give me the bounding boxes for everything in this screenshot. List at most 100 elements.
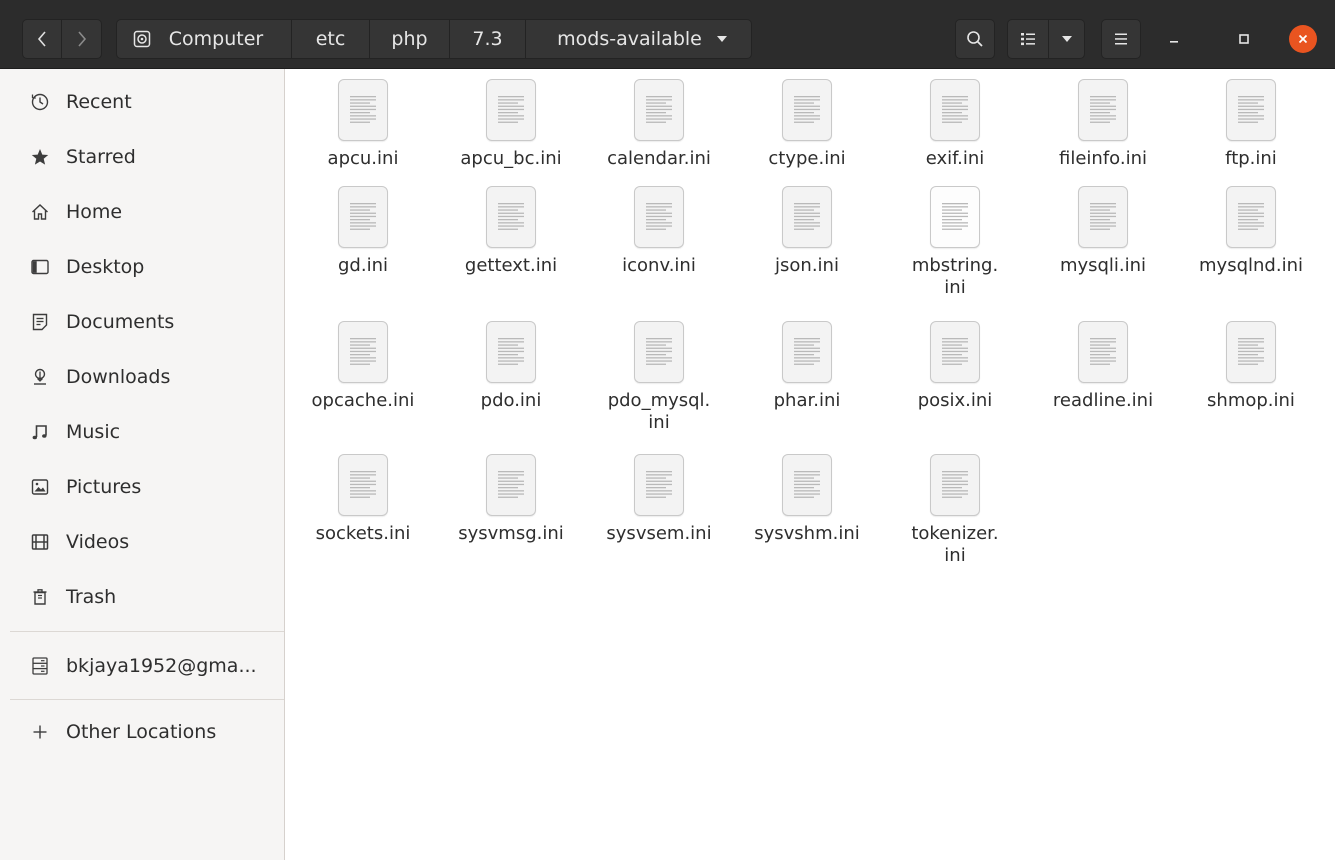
text-file-icon <box>338 79 388 141</box>
breadcrumb-label: Computer <box>168 28 264 50</box>
sidebar-item-other-locations[interactable]: Other Locations <box>0 707 284 757</box>
sidebar-item-documents[interactable]: Documents <box>0 297 284 347</box>
sidebar-item-label: Downloads <box>66 366 171 388</box>
sidebar-item-trash[interactable]: Trash <box>0 572 284 622</box>
navigation-buttons <box>22 19 102 59</box>
file-item[interactable]: calendar.ini <box>587 69 731 170</box>
file-item[interactable]: sysvmsg.ini <box>439 444 583 545</box>
file-item[interactable]: gettext.ini <box>439 176 583 277</box>
sidebar-item-label: Pictures <box>66 476 142 498</box>
file-item[interactable]: fileinfo.ini <box>1031 69 1175 170</box>
file-item[interactable]: sysvsem.ini <box>587 444 731 545</box>
file-item[interactable]: mbstring. ini <box>883 176 1027 299</box>
documents-icon <box>32 313 48 331</box>
file-item[interactable]: readline.ini <box>1031 311 1175 412</box>
file-item[interactable]: exif.ini <box>883 69 1027 170</box>
list-view-button[interactable] <box>1007 19 1049 59</box>
file-name: readline.ini <box>1052 390 1154 411</box>
breadcrumb-version[interactable]: 7.3 <box>450 19 526 59</box>
file-item[interactable]: mysqli.ini <box>1031 176 1175 277</box>
forward-button[interactable] <box>62 19 102 59</box>
file-item[interactable]: mysqlnd.ini <box>1179 176 1323 277</box>
home-icon <box>32 204 48 220</box>
minimize-button[interactable] <box>1162 27 1186 51</box>
text-file-icon <box>338 321 388 383</box>
file-item[interactable]: apcu_bc.ini <box>439 69 583 170</box>
file-item[interactable]: json.ini <box>735 176 879 277</box>
sidebar-item-starred[interactable]: Starred <box>0 132 284 182</box>
file-item[interactable]: phar.ini <box>735 311 879 412</box>
file-item[interactable]: shmop.ini <box>1179 311 1323 412</box>
text-file-icon <box>486 454 536 516</box>
file-name: fileinfo.ini <box>1059 148 1147 169</box>
file-item[interactable]: sockets.ini <box>291 444 435 545</box>
text-file-icon <box>930 79 980 141</box>
sidebar-item-videos[interactable]: Videos <box>0 517 284 567</box>
breadcrumb-php[interactable]: php <box>370 19 450 59</box>
view-options-dropdown[interactable] <box>1049 19 1085 59</box>
sidebar-item-desktop[interactable]: Desktop <box>0 242 284 292</box>
file-item[interactable]: opcache.ini <box>291 311 435 412</box>
file-name: json.ini <box>775 255 839 276</box>
file-item[interactable]: pdo.ini <box>439 311 583 412</box>
breadcrumb-label: php <box>391 28 428 50</box>
file-item[interactable]: pdo_mysql. ini <box>587 311 731 434</box>
sidebar-divider <box>10 631 284 632</box>
text-file-icon <box>338 186 388 248</box>
network-drive-icon <box>32 657 48 675</box>
chevron-left-icon <box>37 31 46 47</box>
sidebar-divider <box>10 699 284 700</box>
breadcrumb-etc[interactable]: etc <box>292 19 370 59</box>
places-sidebar: Recent Starred Home Desktop Documents Do… <box>0 69 285 860</box>
file-name: ftp.ini <box>1225 148 1277 169</box>
view-options <box>1007 19 1085 59</box>
sidebar-item-label: Home <box>66 201 123 223</box>
text-file-icon <box>930 186 980 248</box>
file-item[interactable]: gd.ini <box>291 176 435 277</box>
text-file-icon <box>1078 321 1128 383</box>
sidebar-item-label: Videos <box>66 531 130 553</box>
sidebar-item-music[interactable]: Music <box>0 407 284 457</box>
file-item[interactable]: posix.ini <box>883 311 1027 412</box>
text-file-icon <box>634 79 684 141</box>
text-file-icon <box>634 321 684 383</box>
text-file-icon <box>1226 186 1276 248</box>
list-view-icon <box>1021 33 1035 46</box>
file-item[interactable]: apcu.ini <box>291 69 435 170</box>
file-name: phar.ini <box>773 390 841 411</box>
file-name: sockets.ini <box>315 523 411 544</box>
file-name: calendar.ini <box>607 148 711 169</box>
file-name: apcu.ini <box>327 148 399 169</box>
file-name: gettext.ini <box>464 255 558 276</box>
main-menu-button[interactable] <box>1101 19 1141 59</box>
file-name: exif.ini <box>925 148 985 169</box>
maximize-button[interactable] <box>1232 27 1256 51</box>
file-name: mysqli.ini <box>1059 255 1147 276</box>
sidebar-item-pictures[interactable]: Pictures <box>0 462 284 512</box>
file-item[interactable]: ctype.ini <box>735 69 879 170</box>
picture-icon <box>31 479 49 495</box>
search-button[interactable] <box>955 19 995 59</box>
file-item[interactable]: iconv.ini <box>587 176 731 277</box>
breadcrumb-computer[interactable]: Computer <box>116 19 292 59</box>
text-file-icon <box>782 79 832 141</box>
sidebar-item-network-drive[interactable]: bkjaya1952@gma... <box>0 641 284 691</box>
text-file-icon <box>634 186 684 248</box>
file-name: posix.ini <box>917 390 993 411</box>
text-file-icon <box>1078 79 1128 141</box>
sidebar-item-home[interactable]: Home <box>0 187 284 237</box>
close-button[interactable] <box>1289 25 1317 53</box>
drive-icon <box>133 30 151 48</box>
back-button[interactable] <box>22 19 62 59</box>
file-item[interactable]: sysvshm.ini <box>735 444 879 545</box>
text-file-icon <box>782 321 832 383</box>
breadcrumb-mods-available[interactable]: mods-available <box>526 19 752 59</box>
text-file-icon <box>1226 79 1276 141</box>
sidebar-item-label: Documents <box>66 311 175 333</box>
sidebar-item-recent[interactable]: Recent <box>0 77 284 127</box>
file-name: sysvmsg.ini <box>458 523 564 544</box>
sidebar-item-downloads[interactable]: Downloads <box>0 352 284 402</box>
file-item[interactable]: ftp.ini <box>1179 69 1323 170</box>
file-item[interactable]: tokenizer. ini <box>883 444 1027 567</box>
music-icon <box>32 425 47 440</box>
